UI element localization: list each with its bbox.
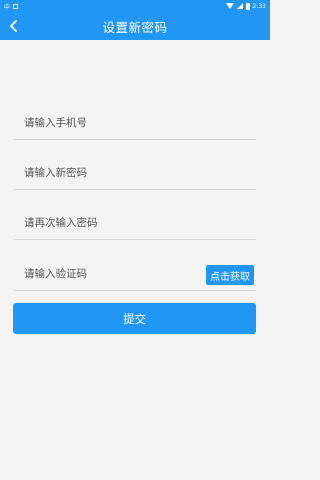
status-bar-left: 中 bbox=[4, 2, 19, 11]
signal-icon bbox=[236, 3, 243, 9]
new-password-input[interactable] bbox=[24, 163, 204, 183]
submit-button[interactable]: 提交 bbox=[13, 303, 256, 334]
verification-code-input[interactable] bbox=[24, 264, 204, 284]
back-button[interactable] bbox=[6, 12, 22, 40]
notification-icon bbox=[13, 3, 19, 9]
status-bar-right: 2:33 bbox=[225, 2, 266, 10]
chevron-left-icon bbox=[10, 20, 17, 32]
battery-icon bbox=[245, 2, 250, 10]
carrier-label: 中 bbox=[4, 3, 11, 11]
get-code-button[interactable]: 点击获取 bbox=[206, 265, 254, 285]
phone-input[interactable] bbox=[24, 113, 204, 133]
verification-code-field: 点击获取 bbox=[14, 251, 256, 291]
status-bar: 中 2:33 bbox=[0, 0, 270, 12]
status-time: 2:33 bbox=[252, 2, 266, 10]
app-bar: 设置新密码 bbox=[0, 12, 270, 40]
page-title: 设置新密码 bbox=[102, 19, 168, 35]
wifi-icon bbox=[225, 3, 234, 9]
new-password-field bbox=[14, 150, 256, 190]
confirm-password-input[interactable] bbox=[24, 213, 204, 233]
confirm-password-field bbox=[14, 200, 256, 240]
phone-field bbox=[14, 100, 256, 140]
